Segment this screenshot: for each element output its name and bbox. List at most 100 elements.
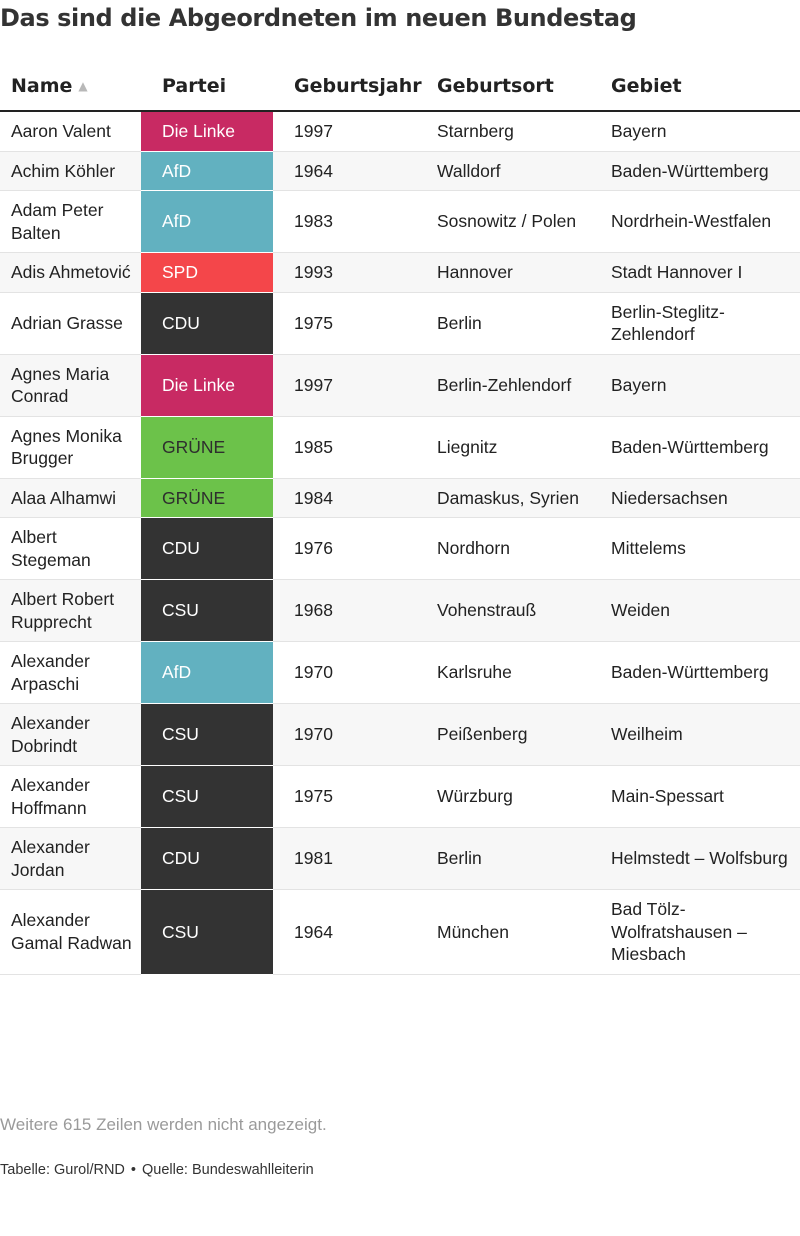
table-row: Alexander Gamal Radwan CSU 1964 München Bad … bbox=[0, 889, 800, 975]
cell-birth-year: 1968 bbox=[273, 579, 437, 642]
cell-birthplace: Karlsruhe bbox=[437, 641, 611, 704]
cell-birthplace: Liegnitz bbox=[437, 416, 611, 479]
cell-birthplace: Sosnowitz / Polen bbox=[437, 190, 611, 253]
column-header-place[interactable]: Geburtsort bbox=[437, 62, 611, 112]
cell-party: CSU bbox=[141, 889, 273, 974]
cell-party: AfD bbox=[141, 151, 273, 191]
cell-constituency: Bayern bbox=[611, 111, 800, 152]
source-separator: • bbox=[130, 1162, 136, 1178]
cell-birthplace: Nordhorn bbox=[437, 517, 611, 580]
column-header-area[interactable]: Gebiet bbox=[611, 62, 800, 112]
cell-name: Aaron Valent bbox=[0, 111, 141, 152]
cell-birth-year: 1975 bbox=[273, 765, 437, 828]
cell-party: AfD bbox=[141, 641, 273, 704]
cell-constituency: Baden-Württemberg bbox=[611, 416, 800, 479]
cell-birth-year: 1983 bbox=[273, 190, 437, 253]
cell-name: Alexander Gamal Radwan bbox=[0, 889, 141, 975]
cell-name: Alexander Arpaschi bbox=[0, 641, 141, 704]
cell-party: SPD bbox=[141, 252, 273, 292]
table-row: Achim Köhler AfD 1964 Walldorf Baden-Württem… bbox=[0, 151, 800, 191]
table-row: Adrian Grasse CDU 1975 Berlin Berlin-Steglit… bbox=[0, 292, 800, 355]
cell-constituency: Bayern bbox=[611, 354, 800, 417]
column-header-year[interactable]: Geburtsjahr bbox=[273, 62, 437, 112]
cell-party: CDU bbox=[141, 292, 273, 354]
table-row: Adam Peter Balten AfD 1983 Sosnowitz / Pole… bbox=[0, 190, 800, 253]
table-credit: Tabelle: Gurol/RND bbox=[0, 1162, 125, 1178]
cell-name: Achim Köhler bbox=[0, 151, 141, 191]
cell-party: Die Linke bbox=[141, 354, 273, 416]
cell-birth-year: 1970 bbox=[273, 703, 437, 766]
cell-constituency: Niedersachsen bbox=[611, 478, 800, 518]
cell-party: Die Linke bbox=[141, 111, 273, 151]
cell-constituency: Stadt Hannover I bbox=[611, 252, 800, 293]
cell-name: Albert Robert Rupprecht bbox=[0, 579, 141, 642]
cell-name: Albert Stegeman bbox=[0, 517, 141, 580]
cell-birthplace: München bbox=[437, 889, 611, 975]
cell-birth-year: 1981 bbox=[273, 827, 437, 890]
table-row: Alaa Alhamwi GRÜNE 1984 Damaskus, Syrien Nie… bbox=[0, 478, 800, 518]
table-row: Alexander Dobrindt CSU 1970 Peißenberg Weilh… bbox=[0, 703, 800, 766]
cell-constituency: Helmstedt – Wolfsburg bbox=[611, 827, 800, 890]
table-row: Alexander Jordan CDU 1981 Berlin Helmstedt –… bbox=[0, 827, 800, 890]
cell-birthplace: Berlin bbox=[437, 292, 611, 355]
cell-constituency: Mittelems bbox=[611, 517, 800, 580]
cell-name: Alexander Jordan bbox=[0, 827, 141, 890]
table-row: Agnes Monika Brugger GRÜNE 1985 Liegnitz Bad… bbox=[0, 416, 800, 479]
table-row: Alexander Arpaschi AfD 1970 Karlsruhe Baden-… bbox=[0, 641, 800, 704]
cell-name: Alexander Hoffmann bbox=[0, 765, 141, 828]
cell-party: CDU bbox=[141, 517, 273, 580]
cell-birthplace: Damaskus, Syrien bbox=[437, 478, 611, 518]
cell-name: Agnes Monika Brugger bbox=[0, 416, 141, 479]
cell-party: CSU bbox=[141, 703, 273, 766]
cell-birth-year: 1984 bbox=[273, 478, 437, 518]
cell-birth-year: 1964 bbox=[273, 889, 437, 975]
cell-birthplace: Starnberg bbox=[437, 111, 611, 152]
cell-birth-year: 1970 bbox=[273, 641, 437, 704]
table-row: Albert Stegeman CDU 1976 Nordhorn Mittelems bbox=[0, 517, 800, 580]
cell-constituency: Nordrhein-Westfalen bbox=[611, 190, 800, 253]
column-header-year-label: Geburtsjahr bbox=[294, 75, 422, 97]
table-row: Adis Ahmetović SPD 1993 Hannover Stadt Hanno… bbox=[0, 252, 800, 293]
column-header-place-label: Geburtsort bbox=[437, 75, 554, 97]
data-source: Quelle: Bundeswahlleiterin bbox=[142, 1162, 314, 1178]
page-title: Das sind die Abgeordneten im neuen Bunde… bbox=[0, 4, 637, 32]
source-line: Tabelle: Gurol/RND • Quelle: Bundeswahllei… bbox=[0, 1162, 314, 1178]
cell-name: Adis Ahmetović bbox=[0, 252, 141, 293]
cell-name: Alaa Alhamwi bbox=[0, 478, 141, 518]
header-row: Name ▲ Partei Geburtsjahr Geburtsort Gebi… bbox=[0, 62, 800, 112]
cell-birth-year: 1997 bbox=[273, 111, 437, 152]
hidden-rows-note: Weitere 615 Zeilen werden nicht angezeig… bbox=[0, 1115, 327, 1134]
cell-birthplace: Walldorf bbox=[437, 151, 611, 191]
deputies-table: Name ▲ Partei Geburtsjahr Geburtsort Gebi… bbox=[0, 62, 800, 975]
cell-name: Adrian Grasse bbox=[0, 292, 141, 355]
column-header-area-label: Gebiet bbox=[611, 75, 682, 97]
cell-party: CSU bbox=[141, 765, 273, 828]
cell-birth-year: 1976 bbox=[273, 517, 437, 580]
cell-birth-year: 1964 bbox=[273, 151, 437, 191]
column-header-name-label: Name bbox=[11, 75, 73, 97]
cell-birthplace: Berlin-Zehlendorf bbox=[437, 354, 611, 417]
cell-constituency: Weilheim bbox=[611, 703, 800, 766]
table-header: Name ▲ Partei Geburtsjahr Geburtsort Gebi… bbox=[0, 62, 800, 112]
cell-birthplace: Peißenberg bbox=[437, 703, 611, 766]
cell-constituency: Baden-Württemberg bbox=[611, 151, 800, 191]
cell-party: GRÜNE bbox=[141, 416, 273, 478]
sort-ascending-icon[interactable]: ▲ bbox=[78, 79, 87, 93]
cell-birthplace: Vohenstrauß bbox=[437, 579, 611, 642]
column-header-name[interactable]: Name ▲ bbox=[0, 62, 141, 112]
cell-birth-year: 1985 bbox=[273, 416, 437, 479]
table-body: Aaron Valent Die Linke 1997 Starnberg Bayern… bbox=[0, 111, 800, 975]
cell-birth-year: 1993 bbox=[273, 252, 437, 293]
table-row: Alexander Hoffmann CSU 1975 Würzburg Main-Sp… bbox=[0, 765, 800, 828]
cell-name: Adam Peter Balten bbox=[0, 190, 141, 253]
column-header-party-label: Partei bbox=[162, 75, 227, 97]
cell-birthplace: Würzburg bbox=[437, 765, 611, 828]
cell-constituency: Baden-Württemberg bbox=[611, 641, 800, 704]
cell-birthplace: Berlin bbox=[437, 827, 611, 890]
column-header-party[interactable]: Partei bbox=[141, 62, 273, 112]
cell-party: CDU bbox=[141, 827, 273, 890]
cell-birth-year: 1975 bbox=[273, 292, 437, 355]
cell-name: Agnes Maria Conrad bbox=[0, 354, 141, 417]
cell-birthplace: Hannover bbox=[437, 252, 611, 293]
cell-constituency: Berlin-Steglitz-Zehlendorf bbox=[611, 292, 800, 355]
